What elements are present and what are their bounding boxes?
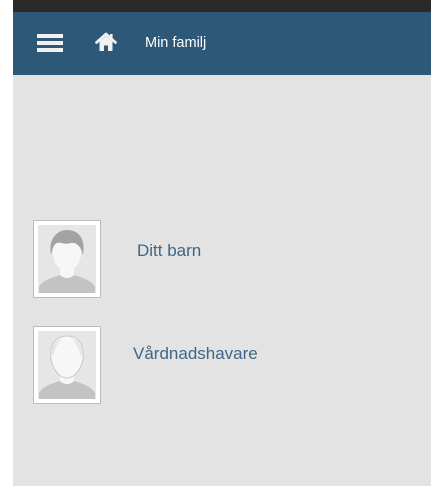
app-frame: Min familj Ditt barn Vårdnadshavare	[13, 0, 431, 486]
list-item-label: Ditt barn	[137, 241, 202, 260]
menu-icon[interactable]	[37, 32, 63, 54]
child-avatar	[33, 220, 101, 298]
app-bar: Min familj	[13, 12, 431, 75]
home-icon[interactable]	[95, 31, 117, 53]
list-item-label: Vårdnadshavare	[133, 344, 258, 363]
list-item-ditt-barn[interactable]: Ditt barn	[33, 220, 333, 300]
child-avatar-icon	[39, 230, 95, 293]
guardian-avatar	[33, 326, 101, 404]
status-strip	[13, 0, 431, 12]
list-item-vardnadshavare[interactable]: Vårdnadshavare	[33, 326, 333, 406]
guardian-avatar-icon	[39, 335, 95, 399]
page-title: Min familj	[145, 35, 207, 51]
